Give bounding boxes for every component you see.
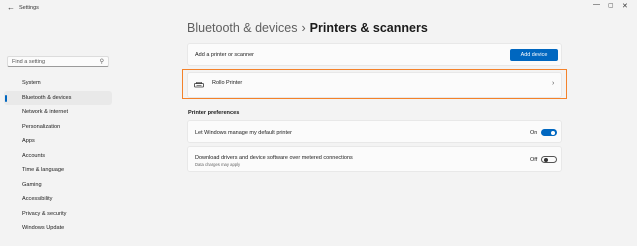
- search-box[interactable]: ⚲: [7, 56, 109, 67]
- sidebar-item-label: Time & language: [22, 167, 65, 173]
- sidebar-item-label: Windows Update: [22, 225, 65, 231]
- sidebar-item-apps[interactable]: Apps: [4, 134, 112, 149]
- sidebar-item-personalization[interactable]: Personalization: [4, 120, 112, 135]
- sidebar-item-gaming[interactable]: Gaming: [4, 178, 112, 193]
- toggle-knob: [551, 130, 555, 135]
- toggle-knob: [543, 157, 548, 162]
- search-icon[interactable]: ⚲: [100, 58, 104, 65]
- sidebar-item-label: Gaming: [22, 181, 42, 188]
- chevron-right-icon: ›: [552, 80, 555, 87]
- breadcrumb-separator: ›: [301, 21, 306, 35]
- metered-download-row: Download drivers and device software ove…: [187, 146, 562, 172]
- sidebar-nav: System Bluetooth & devices Network & int…: [4, 76, 112, 236]
- app-title: Settings: [19, 5, 39, 11]
- default-printer-state: On: [530, 130, 538, 136]
- selection-indicator: [5, 94, 7, 102]
- minimize-button[interactable]: —: [593, 1, 600, 8]
- metered-download-sublabel: Data charges may apply: [195, 162, 241, 167]
- breadcrumb-current: Printers & scanners: [309, 21, 428, 35]
- add-printer-label: Add a printer or scanner: [195, 52, 255, 58]
- metered-download-label: Download drivers and device software ove…: [195, 155, 353, 161]
- sidebar-item-label: Accessibility: [22, 196, 53, 202]
- printer-icon: [194, 82, 204, 88]
- sidebar-item-label: Accounts: [22, 152, 46, 159]
- sidebar-item-label: Apps: [22, 138, 35, 144]
- close-button[interactable]: ✕: [622, 2, 628, 10]
- sidebar-item-system[interactable]: System: [4, 76, 112, 91]
- title-bar: ← Settings — ▢ ✕: [0, 0, 637, 18]
- sidebar-item-accounts[interactable]: Accounts: [4, 149, 112, 164]
- sidebar-item-time-language[interactable]: Time & language: [4, 163, 112, 178]
- page-title: Bluetooth & devices › Printers & scanners: [187, 21, 428, 35]
- search-input[interactable]: [12, 58, 92, 66]
- sidebar-item-bluetooth-devices[interactable]: Bluetooth & devices: [4, 90, 112, 105]
- printer-preferences-heading: Printer preferences: [188, 110, 240, 116]
- sidebar-item-label: Privacy & security: [22, 210, 67, 217]
- sidebar-item-accessibility[interactable]: Accessibility: [4, 192, 112, 207]
- default-printer-row: Let Windows manage my default printer On: [187, 120, 562, 143]
- printer-item-rollo[interactable]: Rollo Printer ›: [187, 72, 562, 98]
- sidebar-item-label: System: [22, 80, 41, 86]
- default-printer-label: Let Windows manage my default printer: [195, 130, 292, 136]
- maximize-button[interactable]: ▢: [608, 2, 614, 9]
- sidebar-item-windows-update[interactable]: Windows Update: [4, 221, 112, 236]
- back-arrow-icon[interactable]: ←: [7, 3, 15, 12]
- metered-download-toggle[interactable]: [541, 156, 557, 163]
- sidebar-item-label: Bluetooth & devices: [22, 94, 72, 101]
- sidebar-item-label: Network & internet: [22, 109, 69, 115]
- default-printer-toggle[interactable]: [541, 129, 557, 136]
- metered-download-state: Off: [530, 157, 538, 163]
- add-device-button[interactable]: Add device: [510, 49, 558, 61]
- add-printer-card: Add a printer or scanner Add device: [187, 43, 562, 66]
- sidebar-item-network-internet[interactable]: Network & internet: [4, 105, 112, 120]
- sidebar-item-label: Personalization: [22, 123, 61, 130]
- settings-window: ← Settings — ▢ ✕ ⚲ System Bluetooth & de…: [0, 0, 637, 246]
- breadcrumb-parent[interactable]: Bluetooth & devices: [187, 21, 298, 35]
- printer-name: Rollo Printer: [212, 80, 243, 86]
- sidebar-item-privacy-security[interactable]: Privacy & security: [4, 207, 112, 222]
